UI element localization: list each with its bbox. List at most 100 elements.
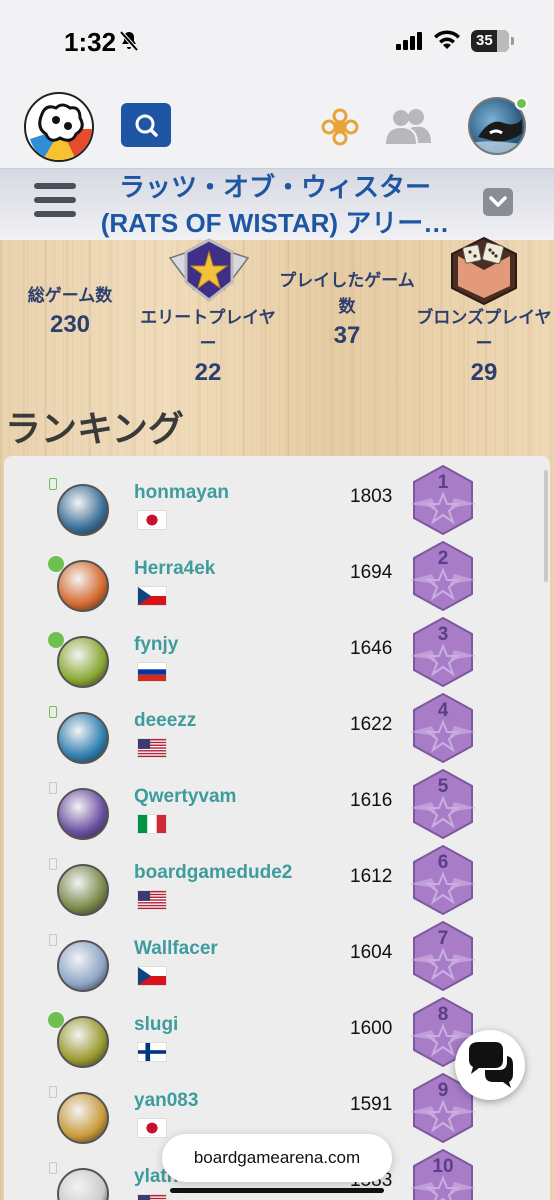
offline-status-icon <box>49 782 57 794</box>
player-name[interactable]: slugi <box>134 1014 178 1036</box>
game-title-line2: (RATS OF WISTAR) アリー… <box>100 208 450 238</box>
country-flag-icon <box>137 1118 167 1138</box>
rank-number: 8 <box>437 1004 449 1025</box>
player-avatar[interactable] <box>57 1092 109 1144</box>
rank-number: 3 <box>437 624 449 645</box>
country-flag-icon <box>137 586 167 606</box>
stat-total-games-label: 総ゲーム数 <box>27 286 113 305</box>
browser-url-bar[interactable]: boardgamearena.com <box>162 1134 392 1182</box>
player-elo: 1694 <box>350 562 393 583</box>
country-flag-icon <box>137 738 167 758</box>
stat-elite-value: 22 <box>194 359 222 386</box>
player-elo: 1612 <box>350 866 393 887</box>
stat-bronze-players: ブロンズプレイヤ ー 29 <box>414 305 554 389</box>
player-avatar[interactable] <box>57 560 109 612</box>
status-time: 1:32 <box>64 27 117 57</box>
game-title: ラッツ・オブ・ウィスター (RATS OF WISTAR) アリー… <box>90 169 460 241</box>
stat-bronze-label-1: ブロンズプレイヤ <box>416 308 552 327</box>
game-title-line1: ラッツ・オブ・ウィスター <box>118 172 431 202</box>
search-icon <box>135 114 158 137</box>
hamburger-menu-icon[interactable] <box>34 183 76 223</box>
ranking-row[interactable]: Herra4ek 1694 2 <box>0 534 546 612</box>
stat-elite-players: エリートプレイヤ ー 22 <box>138 305 278 389</box>
bga-logo-icon[interactable] <box>24 92 94 162</box>
stat-bronze-value: 29 <box>470 359 498 386</box>
player-elo: 1604 <box>350 942 393 963</box>
player-elo: 1600 <box>350 1018 393 1039</box>
player-elo: 1622 <box>350 714 393 735</box>
online-status-dot <box>48 556 64 572</box>
wifi-icon <box>434 30 460 49</box>
player-name[interactable]: deeezz <box>134 710 196 732</box>
player-name[interactable]: Herra4ek <box>134 558 215 580</box>
ranking-title: ランキング <box>5 408 184 449</box>
player-avatar[interactable] <box>57 484 109 536</box>
rank-number: 1 <box>437 472 449 493</box>
battery-level: 35 <box>476 32 493 49</box>
rank-number: 2 <box>437 548 449 569</box>
player-avatar[interactable] <box>57 712 109 764</box>
offline-status-icon <box>49 934 57 946</box>
online-status-dot <box>515 97 528 110</box>
online-status-dot <box>48 1012 64 1028</box>
stat-games-played: プレイしたゲーム 数 37 <box>276 268 418 352</box>
friends-icon[interactable] <box>384 106 432 146</box>
dropdown-button[interactable] <box>483 188 513 216</box>
status-bar: 1:32 35 <box>0 0 554 80</box>
offline-status-icon <box>49 1086 57 1098</box>
bell-mute-icon <box>119 30 139 52</box>
chat-bubbles-icon <box>469 1042 513 1088</box>
country-flag-icon <box>137 662 167 682</box>
stat-elite-label-2: ー <box>199 334 217 353</box>
player-elo: 1803 <box>350 486 393 507</box>
stat-total-games: 総ゲーム数 230 <box>20 283 120 341</box>
elite-player-badge-icon <box>168 238 250 302</box>
search-button[interactable] <box>121 103 171 147</box>
player-avatar[interactable] <box>57 636 109 688</box>
offline-status-icon <box>49 1162 57 1174</box>
player-name[interactable]: yan083 <box>134 1090 198 1112</box>
stat-played-label-2: 数 <box>338 297 356 316</box>
offline-status-icon <box>49 858 57 870</box>
country-flag-icon <box>137 814 167 834</box>
rank-number: 6 <box>437 852 449 873</box>
ranking-row[interactable]: deeezz 1622 4 <box>0 686 546 764</box>
player-elo: 1591 <box>350 1094 393 1115</box>
ranking-row[interactable]: fynjy 1646 3 <box>0 610 546 688</box>
ranking-row[interactable]: Wallfacer 1604 7 <box>0 914 546 992</box>
stat-elite-label-1: エリートプレイヤ <box>140 308 276 327</box>
rank-number: 7 <box>437 928 449 949</box>
rank-number: 5 <box>437 776 449 797</box>
player-avatar[interactable] <box>57 788 109 840</box>
country-flag-icon <box>137 510 167 530</box>
mobile-status-icon <box>49 478 57 490</box>
bronze-player-badge-icon <box>451 236 517 306</box>
player-elo: 1616 <box>350 790 393 811</box>
mobile-status-icon <box>49 706 57 718</box>
ranking-row[interactable]: boardgamedude2 1612 6 <box>0 838 546 916</box>
rank-number: 10 <box>432 1156 454 1177</box>
player-name[interactable]: boardgamedude2 <box>134 862 292 884</box>
country-flag-icon <box>137 1194 167 1200</box>
game-lobby-icon[interactable] <box>320 107 360 147</box>
stat-played-label-1: プレイしたゲーム <box>279 271 415 290</box>
chevron-down-icon <box>489 196 507 207</box>
player-avatar[interactable] <box>57 864 109 916</box>
top-nav <box>0 80 554 168</box>
game-header: ラッツ・オブ・ウィスター (RATS OF WISTAR) アリー… <box>0 168 554 240</box>
country-flag-icon <box>137 1042 167 1062</box>
battery-icon: 35 <box>471 30 514 52</box>
player-name[interactable]: Qwertyvam <box>134 786 236 808</box>
chat-button[interactable] <box>455 1030 525 1100</box>
country-flag-icon <box>137 966 167 986</box>
ranking-row[interactable]: honmayan 1803 1 <box>0 458 546 536</box>
home-indicator[interactable] <box>170 1188 384 1193</box>
stat-played-value: 37 <box>333 322 361 349</box>
ranking-row[interactable]: Qwertyvam 1616 5 <box>0 762 546 840</box>
player-avatar[interactable] <box>57 1016 109 1068</box>
player-avatar[interactable] <box>57 1168 109 1200</box>
player-name[interactable]: Wallfacer <box>134 938 218 960</box>
player-avatar[interactable] <box>57 940 109 992</box>
player-name[interactable]: fynjy <box>134 634 178 656</box>
player-name[interactable]: honmayan <box>134 482 229 504</box>
